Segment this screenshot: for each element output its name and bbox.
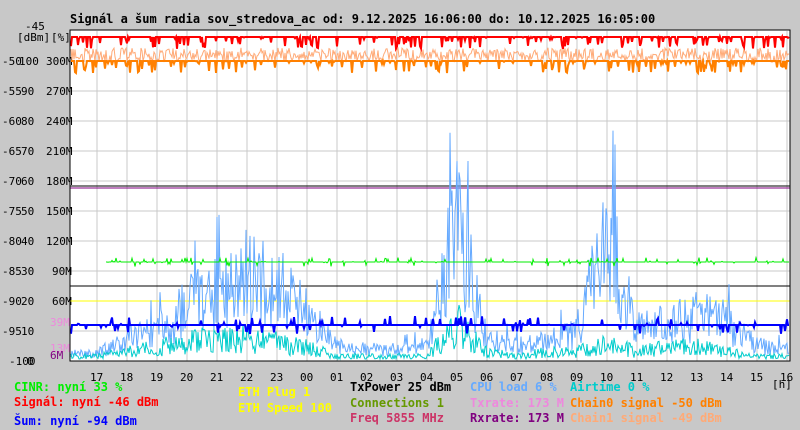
legend-noise: Šum: nyní -94 dBm	[14, 413, 137, 428]
rate-marker-39: 39M	[50, 316, 70, 329]
y-tick-dbm: -70	[2, 175, 22, 188]
x-tick: 23	[270, 371, 283, 384]
y-tick-pct: 20	[21, 295, 34, 308]
legend-freq: Freq 5855 MHz	[350, 411, 444, 425]
y-tick-rate: 150M	[46, 205, 73, 218]
y-tick-pct: 50	[21, 205, 34, 218]
y-tick-rate: 90M	[52, 265, 72, 278]
x-tick: 12	[660, 371, 673, 384]
pct-unit: [%]	[51, 31, 71, 44]
y-tick-rate: 240M	[46, 115, 73, 128]
legend-chain0: Chain0 signal -50 dBm	[570, 396, 722, 410]
y-tick-dbm: -85	[2, 265, 22, 278]
y-tick-dbm: -95	[2, 325, 22, 338]
legend-eth-speed: ETH Speed 100	[238, 401, 332, 415]
x-tick: 19	[150, 371, 163, 384]
y-tick-pct: 100	[19, 55, 39, 68]
chart-title: Signál a šum radia sov_stredova_ac od: 9…	[70, 12, 655, 27]
legend-txrate: Txrate: 173 M	[470, 396, 564, 410]
y-tick-rate: 180M	[46, 175, 73, 188]
y-tick-dbm: -65	[2, 145, 22, 158]
x-tick: 00	[300, 371, 313, 384]
y-tick-dbm: -60	[2, 115, 22, 128]
dbm-unit: [dBm]	[17, 31, 50, 44]
x-tick: 21	[210, 371, 223, 384]
x-tick: 01	[330, 371, 343, 384]
x-unit: [h]	[772, 378, 792, 391]
legend-cinr: CINR: nyní 33 %	[14, 380, 123, 394]
legend-signal: Signál: nyní -46 dBm	[14, 395, 159, 409]
legend-rxrate: Rxrate: 173 M	[470, 411, 564, 425]
x-tick: 05	[450, 371, 463, 384]
y-tick-rate: 120M	[46, 235, 73, 248]
y-tick-pct: 60	[21, 175, 34, 188]
legend-cpu: CPU load 6 %	[470, 380, 557, 394]
y-tick-pct: 30	[21, 265, 34, 278]
y-tick-rate: 60M	[52, 295, 72, 308]
y-tick-dbm: -75	[2, 205, 22, 218]
y-tick-pct: 80	[21, 115, 34, 128]
y-tick-pct: 10	[21, 325, 34, 338]
y-tick-pct: 0	[27, 355, 34, 368]
y-tick-dbm: -55	[2, 85, 22, 98]
x-tick: 15	[750, 371, 763, 384]
x-tick: 20	[180, 371, 193, 384]
x-tick: 14	[720, 371, 734, 384]
y-tick-dbm: -90	[2, 295, 22, 308]
legend-connections: Connections 1	[350, 396, 444, 410]
legend-chain1: Chain1 signal -49 dBm	[570, 411, 722, 425]
y-tick-dbm: -80	[2, 235, 22, 248]
y-tick-rate: 300M	[46, 55, 73, 68]
y-tick-pct: 90	[21, 85, 34, 98]
rate-marker-6: 6M	[50, 349, 64, 362]
legend-eth-plug: ETH Plug 1	[238, 385, 310, 399]
x-tick: 22	[240, 371, 253, 384]
chart: Signál a šum radia sov_stredova_ac od: 9…	[2, 12, 793, 428]
legend-airtime: Airtime 0 %	[570, 380, 650, 394]
x-tick: 13	[690, 371, 703, 384]
y-tick-rate: 210M	[46, 145, 73, 158]
y-tick-pct: 70	[21, 145, 34, 158]
y-tick-rate: 270M	[46, 85, 73, 98]
y-tick-pct: 40	[21, 235, 34, 248]
legend-txpower: TxPower 25 dBm	[350, 380, 451, 394]
